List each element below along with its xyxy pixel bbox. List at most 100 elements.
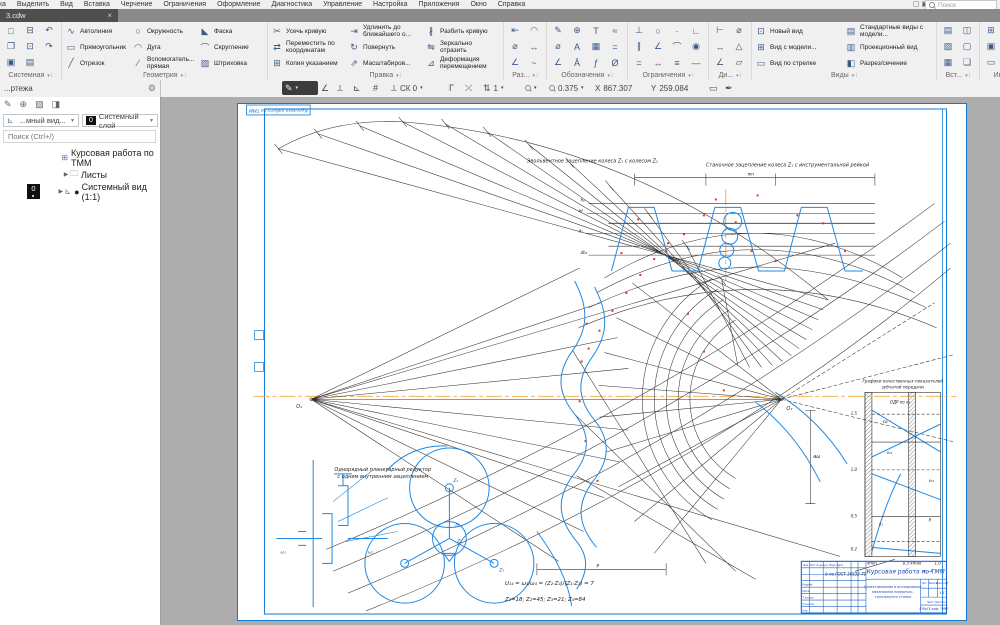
print-preview-icon[interactable]: ⊡ — [22, 39, 38, 54]
drawing-sheet[interactable]: Курсовая работа по ТММ — [237, 103, 967, 621]
undo-icon[interactable]: ↶ — [41, 23, 57, 38]
group-expand-icon[interactable]: ▾ ⁞ — [688, 73, 693, 79]
projection-view-button[interactable]: ▥Проекционный вид — [845, 39, 933, 55]
arc-tool-button[interactable]: ◠Дуга — [132, 39, 197, 55]
angle-sign-icon[interactable]: ∠ — [550, 55, 566, 70]
dimension-angular-icon[interactable]: ∠ — [507, 55, 523, 70]
mirror-button[interactable]: ⇋Зеркально отразить — [425, 39, 500, 55]
group-expand-icon[interactable]: ▾ ⁞ — [965, 73, 970, 79]
fillet-button[interactable]: ⌒Скругление — [199, 39, 264, 55]
menu-item[interactable]: Диагностика — [272, 0, 313, 9]
layer-dropdown[interactable]: 0 Системный слой▼ — [82, 114, 158, 127]
extend-curve-button[interactable]: ⇥Удлинить до ближайшего о... — [348, 23, 423, 39]
insert-copy-icon[interactable]: ❏ — [959, 55, 975, 70]
save-as-icon[interactable]: ▤ — [22, 55, 38, 70]
horizontal-icon[interactable]: ↔ — [650, 55, 666, 70]
group-expand-icon[interactable]: ▾ ⁞ — [47, 73, 52, 79]
group-expand-icon[interactable]: ▾ ⁞ — [181, 73, 186, 79]
angle-snap-icon[interactable]: ⊾ — [350, 81, 364, 95]
measure-area-icon[interactable]: △ — [731, 39, 747, 54]
grid-icon[interactable]: # — [370, 81, 381, 95]
insert-view-icon[interactable]: ▤ — [940, 23, 956, 38]
group-expand-icon[interactable]: ▾ ⁞ — [736, 73, 741, 79]
corner-snap-icon[interactable]: Γ — [446, 81, 457, 95]
center-mark-icon[interactable]: Ø — [607, 55, 623, 70]
equal-icon[interactable]: = — [631, 55, 647, 70]
menu-item[interactable]: Справка — [498, 0, 525, 9]
split-curve-button[interactable]: ∦Разбить кривую — [425, 23, 500, 39]
menu-item[interactable]: Управление — [323, 0, 362, 9]
measure-length-icon[interactable]: ↔ — [712, 39, 728, 54]
filter-icon[interactable]: ⊕ — [20, 99, 28, 110]
insert-object-icon[interactable]: ◫ — [959, 23, 975, 38]
coordinate-system-dropdown[interactable]: ⟂СК 0▾ — [388, 81, 426, 95]
trim-curve-button[interactable]: ✂Усечь кривую — [271, 23, 346, 39]
image-icon[interactable]: ▨ — [35, 99, 44, 110]
diameter-sign-icon[interactable]: ⌀ — [550, 39, 566, 54]
chamfer-button[interactable]: ◣Фаска — [199, 23, 264, 39]
zoom-tool-dropdown[interactable]: ▾ — [522, 81, 540, 95]
tree-item-system-view[interactable]: 0 ▶ ⊾ ● Системный вид (1:1) — [0, 183, 161, 200]
standard-views-button[interactable]: ▤Стандартные виды с модели... — [845, 23, 933, 39]
redo-icon[interactable]: ↷ — [41, 39, 57, 54]
arc-constraint-icon[interactable]: ⌒ — [669, 39, 685, 54]
dimension-curve-icon[interactable]: ~ — [526, 55, 542, 70]
chevron-right-icon[interactable]: ▶ — [62, 171, 70, 178]
measure-angle-icon[interactable]: ∠ — [712, 55, 728, 70]
menu-item[interactable]: Правка — [0, 0, 6, 9]
deform-move-button[interactable]: ⊿Деформация перемещением — [425, 55, 500, 71]
fix-icon[interactable]: — — [688, 55, 704, 70]
chevron-right-icon[interactable]: ▶ — [57, 188, 64, 195]
dimension-radial-icon[interactable]: ◠ — [526, 23, 542, 38]
measure-distance-icon[interactable]: ⊢ — [712, 23, 728, 38]
gear-icon[interactable]: ⚙ — [148, 83, 156, 94]
menu-item[interactable]: Окно — [470, 0, 486, 9]
group-expand-icon[interactable]: ▾ ⁞ — [852, 73, 857, 79]
roughness-icon[interactable]: ✎ — [550, 23, 566, 38]
view-by-arrow-button[interactable]: ▭Вид по стрелке — [755, 55, 843, 71]
concentric-icon[interactable]: ◉ — [688, 39, 704, 54]
view-from-model-button[interactable]: ⊞Вид с модели... — [755, 39, 843, 55]
right-angle-icon[interactable]: ∟ — [688, 23, 704, 38]
circle-tool-button[interactable]: ○Окружность — [132, 23, 197, 39]
angle-constraint-icon[interactable]: ∠ — [650, 39, 666, 54]
menu-item[interactable]: Оформление — [217, 0, 260, 9]
perpendicular-icon[interactable]: ⊥ — [631, 23, 647, 38]
new-doc-icon[interactable]: □ — [3, 23, 19, 38]
dimension-linear-icon[interactable]: ↔ — [526, 39, 542, 54]
zoom-value-dropdown[interactable]: 0.375▾ — [546, 81, 587, 95]
view-dropdown[interactable]: ⊾ ...мный вид...▼ — [3, 114, 79, 127]
equal-sign-icon[interactable]: = — [607, 39, 623, 54]
open-file-icon[interactable]: ❐ — [3, 39, 19, 54]
sheet-icon[interactable]: ◨ — [52, 99, 61, 110]
insert-fragment-icon[interactable]: ▦ — [940, 55, 956, 70]
measure-diameter-icon[interactable]: ⌀ — [731, 23, 747, 38]
insert-region-icon[interactable]: ▢ — [959, 39, 975, 54]
tolerance-icon[interactable]: ƒ — [588, 55, 604, 70]
rectangle-button[interactable]: ▭Прямоугольник — [65, 39, 130, 55]
copy-by-point-button[interactable]: ⊞Копия указанием — [271, 55, 346, 71]
new-view-button[interactable]: ⊡Новый вид — [755, 23, 843, 39]
tree-search-input[interactable] — [3, 130, 156, 143]
dimension-diameter-icon[interactable]: ⌀ — [507, 39, 523, 54]
datum-icon[interactable]: ⊕ — [569, 23, 585, 38]
ortho-icon[interactable]: ∠ — [318, 81, 332, 95]
tree-item-document[interactable]: ⊞ Курсовая работа по ТММ — [0, 149, 161, 166]
snap-settings-icon[interactable]: ▣ — [983, 39, 999, 54]
move-by-coords-button[interactable]: ⇄Переместить по координатам — [271, 39, 346, 55]
scale-dropdown[interactable]: ⇅1▾ — [480, 81, 507, 95]
draw-mode-button[interactable]: ✎▾ — [282, 81, 318, 95]
ruler-icon[interactable]: ▭ — [706, 81, 721, 95]
parallel-icon[interactable]: ∥ — [631, 39, 647, 54]
perpendicular-snap-icon[interactable]: ⟂ — [334, 81, 346, 95]
measure-info-icon[interactable]: ▱ — [731, 55, 747, 70]
print-icon[interactable]: ⊟ — [22, 23, 38, 38]
menu-item[interactable]: Ограничения — [163, 0, 206, 9]
construction-line-button[interactable]: ∕Вспомогатель... прямая — [132, 55, 197, 71]
group-expand-icon[interactable]: ▾ ⁞ — [396, 73, 401, 79]
drawing-canvas[interactable]: Курсовая работа по ТММ — [161, 97, 1000, 625]
note-text-icon[interactable]: A — [569, 39, 585, 54]
autoline-button[interactable]: ∿Автолиния — [65, 23, 130, 39]
menu-item[interactable]: Выделить — [17, 0, 49, 9]
rotate-button[interactable]: ↻Повернуть — [348, 39, 423, 55]
